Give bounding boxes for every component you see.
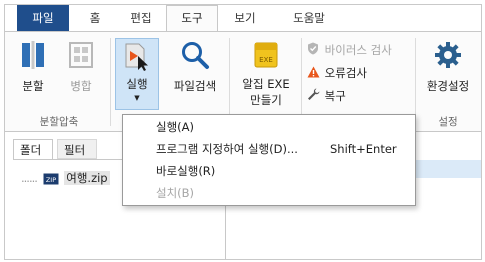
- virus-scan-label: 바이러스 검사: [324, 43, 392, 57]
- tab-file[interactable]: 파일: [17, 5, 69, 31]
- tab-folder[interactable]: 폴더: [13, 139, 53, 159]
- group-divider: [415, 38, 416, 126]
- settings-button[interactable]: 환경설정: [419, 40, 477, 100]
- make-exe-label-line1: 알집 EXE: [242, 77, 290, 91]
- split-button[interactable]: 분할: [11, 40, 55, 100]
- zip-icon-text: ZIP: [45, 176, 55, 184]
- exe-icon-text: EXE: [259, 56, 273, 64]
- restore-label: 복구: [324, 89, 346, 103]
- menu-item-shortcut: Shift+Enter: [330, 142, 397, 156]
- settings-group-label: 설정: [438, 116, 458, 128]
- ribbon-tab-bar: 파일 홈 편집 도구 보기 도움말: [5, 5, 481, 32]
- gear-icon: [419, 40, 477, 72]
- restore-button[interactable]: 복구: [307, 88, 346, 104]
- tree-item[interactable]: ...... ZIP 여행.zip: [21, 170, 110, 186]
- tree-dots: ......: [21, 171, 38, 185]
- zip-file-icon: ZIP: [43, 173, 59, 185]
- menu-item-label: 프로그램 지정하여 실행(D)...: [156, 142, 298, 156]
- group-divider: [301, 38, 302, 126]
- error-check-button[interactable]: 오류검사: [307, 65, 367, 81]
- search-icon: [165, 40, 225, 72]
- app-window: 파일 홈 편집 도구 보기 도움말 분할 병합 분할압축 실행 ▼ 파일검색 E…: [4, 4, 482, 260]
- menu-item-label: 바로실행(R): [156, 164, 216, 178]
- file-search-label: 파일검색: [173, 79, 217, 93]
- menu-item-run-with-program[interactable]: 프로그램 지정하여 실행(D)... Shift+Enter: [123, 139, 415, 160]
- run-dropdown-menu: 실행(A) 프로그램 지정하여 실행(D)... Shift+Enter 바로실…: [122, 114, 416, 206]
- virus-scan-button[interactable]: 바이러스 검사: [307, 42, 392, 58]
- tab-view[interactable]: 보기: [219, 5, 271, 31]
- group-divider: [110, 38, 111, 126]
- menu-item-quick-run[interactable]: 바로실행(R): [123, 161, 415, 182]
- settings-label: 환경설정: [426, 79, 470, 93]
- chevron-down-icon: ▼: [134, 94, 140, 102]
- make-exe-label-line2: 만들기: [250, 93, 282, 107]
- menu-item-run[interactable]: 실행(A): [123, 117, 415, 138]
- make-exe-button[interactable]: EXE 알집 EXE 만들기: [235, 40, 297, 114]
- merge-icon: [59, 40, 103, 72]
- file-search-button[interactable]: 파일검색: [165, 40, 225, 100]
- tree-item-label: 여행.zip: [64, 171, 110, 185]
- split-icon: [11, 40, 55, 72]
- tab-help[interactable]: 도움말: [277, 5, 341, 31]
- group-divider: [229, 38, 230, 126]
- warning-icon: [307, 66, 321, 82]
- tab-tools[interactable]: 도구: [166, 5, 218, 32]
- tab-home[interactable]: 홈: [73, 5, 117, 31]
- run-button-content: 실행 ▼: [115, 42, 159, 110]
- menu-item-label: 설치(B): [156, 186, 195, 200]
- tab-edit[interactable]: 편집: [119, 5, 163, 31]
- shield-icon: [307, 42, 321, 59]
- split-group-label: 분할압축: [39, 116, 79, 128]
- run-icon: [115, 42, 159, 72]
- split-label: 분할: [22, 79, 44, 93]
- exe-package-icon: EXE: [235, 40, 297, 72]
- run-label: 실행: [126, 77, 148, 91]
- menu-item-label: 실행(A): [156, 120, 194, 134]
- menu-item-install[interactable]: 설치(B): [123, 183, 415, 204]
- error-check-label: 오류검사: [324, 66, 367, 80]
- merge-label: 병합: [70, 79, 92, 93]
- tab-filter[interactable]: 필터: [57, 139, 97, 159]
- wrench-icon: [307, 88, 321, 105]
- merge-button[interactable]: 병합: [59, 40, 103, 100]
